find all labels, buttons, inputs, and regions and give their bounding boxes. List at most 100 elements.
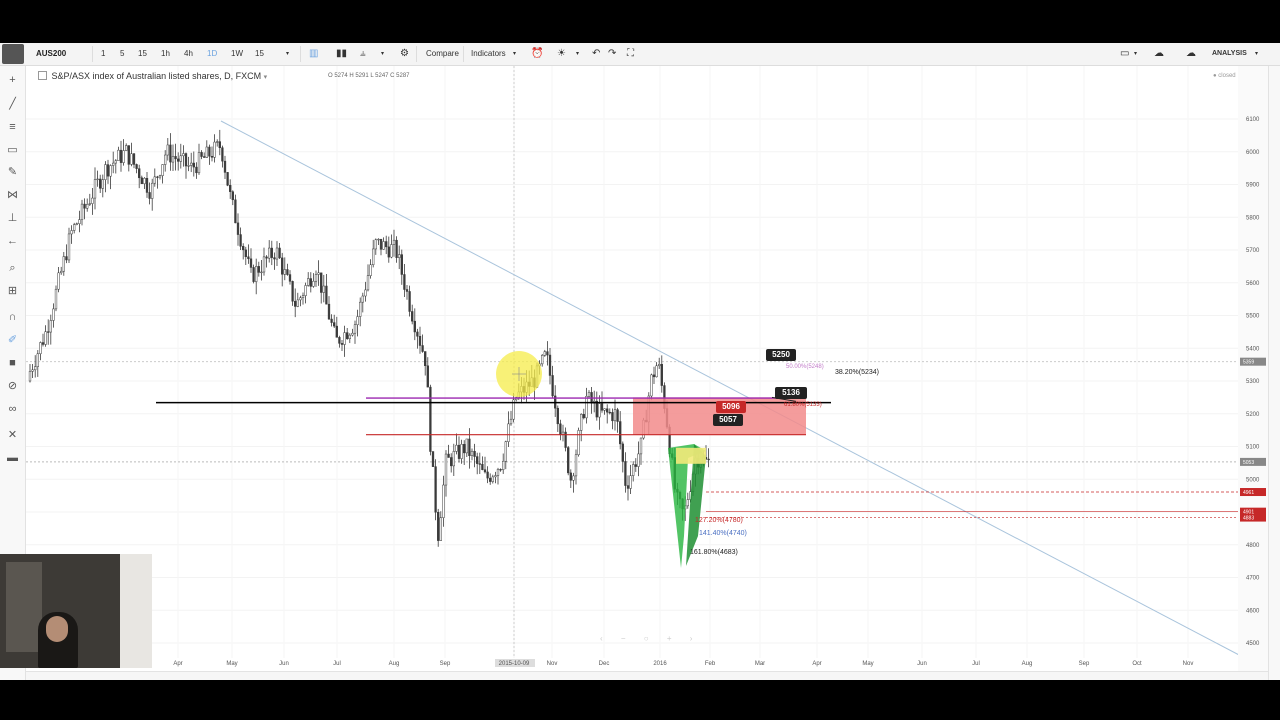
- horizontal-lines-icon[interactable]: ≡: [6, 121, 19, 134]
- candle-body: [426, 365, 429, 388]
- link-icon[interactable]: ∞: [6, 403, 19, 416]
- indicators-button[interactable]: Indicators: [471, 47, 506, 61]
- candle-body: [580, 414, 583, 431]
- candle-body: [177, 158, 180, 162]
- interval-15[interactable]: 15: [138, 47, 147, 61]
- candle-body: [182, 153, 185, 157]
- candle-body: [481, 463, 484, 470]
- layout-icon[interactable]: ▭: [1120, 47, 1129, 61]
- zoom-icon[interactable]: ⌕: [6, 262, 19, 275]
- divider: [463, 46, 464, 62]
- trash-icon[interactable]: ▬: [6, 452, 19, 465]
- trend-line-icon[interactable]: ╱: [6, 98, 19, 111]
- candle-body: [333, 322, 336, 327]
- candle-body: [626, 485, 630, 489]
- redo-icon[interactable]: ↷: [608, 47, 616, 61]
- candle-body: [608, 411, 611, 414]
- time-tick: Nov: [1183, 661, 1194, 667]
- candle-body: [572, 475, 575, 481]
- candle-body: [36, 353, 39, 367]
- cursor-icon[interactable]: +: [6, 74, 19, 87]
- candle-body: [450, 457, 453, 467]
- price-tick: 5600: [1246, 281, 1260, 287]
- chevron-down-icon[interactable]: ▾: [264, 74, 268, 81]
- bar-style-icon[interactable]: ▥: [309, 47, 318, 61]
- pencil-icon[interactable]: ✐: [6, 334, 19, 347]
- magnet-icon[interactable]: ∩: [6, 311, 19, 324]
- candle-body: [244, 249, 247, 258]
- cross-icon[interactable]: ✕: [6, 429, 19, 442]
- fullscreen-icon[interactable]: ⛶: [627, 47, 634, 61]
- label-5136[interactable]: 5136: [775, 387, 807, 399]
- pattern-icon[interactable]: ⋈: [6, 189, 19, 202]
- measure-icon[interactable]: ⊞: [6, 285, 19, 298]
- candle-body: [707, 458, 710, 461]
- avatar[interactable]: [2, 44, 24, 64]
- cloud-icon[interactable]: ☁: [1154, 47, 1164, 61]
- chevron-down-icon[interactable]: ▾: [381, 47, 384, 61]
- candle-body: [117, 149, 120, 161]
- candles-icon[interactable]: ▮▮: [336, 47, 347, 61]
- candle-body: [470, 450, 474, 456]
- label-5057[interactable]: 5057: [713, 414, 743, 426]
- time-tick: Oct: [1132, 661, 1142, 667]
- alert-icon[interactable]: ⏰: [531, 47, 543, 61]
- candle-body: [346, 332, 349, 340]
- fib-icon[interactable]: ⊥: [6, 212, 19, 225]
- interval-1h[interactable]: 1h: [161, 47, 170, 61]
- candle-body: [405, 289, 409, 292]
- candle-body: [444, 453, 448, 486]
- arrow-icon[interactable]: ←: [6, 235, 19, 248]
- candle-body: [421, 345, 424, 352]
- candle-body: [379, 238, 383, 250]
- fib-50-label: 50.00%(5248): [786, 364, 824, 370]
- candle-body: [184, 153, 188, 167]
- candle-body: [460, 444, 463, 459]
- rectangle-icon[interactable]: ▭: [6, 144, 19, 157]
- chevron-down-icon[interactable]: ▾: [1134, 47, 1137, 61]
- candle-body: [658, 363, 661, 367]
- interval-5[interactable]: 5: [120, 47, 124, 61]
- candle-body: [301, 295, 305, 299]
- bars-icon[interactable]: ⫨: [360, 47, 366, 61]
- chevron-down-icon[interactable]: ▾: [513, 47, 516, 61]
- chart-nav-controls[interactable]: ‹ − ○ + ›: [600, 634, 700, 643]
- compare-button[interactable]: Compare: [426, 47, 459, 61]
- label-5250[interactable]: 5250: [766, 349, 796, 361]
- candle-body: [294, 300, 297, 307]
- analysis-button[interactable]: ANALYSIS: [1212, 47, 1247, 61]
- candle-body: [338, 337, 341, 344]
- undo-icon[interactable]: ↶: [592, 47, 600, 61]
- interval-4h[interactable]: 4h: [184, 47, 193, 61]
- brush-icon[interactable]: ✎: [6, 166, 19, 179]
- price-mark-label: 5359: [1243, 360, 1254, 366]
- gear-icon[interactable]: ⚙: [400, 47, 409, 61]
- chevron-down-icon[interactable]: ▾: [286, 47, 289, 61]
- candle-body: [639, 437, 643, 455]
- interval-custom[interactable]: 15: [255, 47, 264, 61]
- candle-body: [70, 230, 73, 235]
- right-toolbar: [1268, 66, 1280, 680]
- cloud-save-icon[interactable]: ☁: [1186, 47, 1196, 61]
- label-5096[interactable]: 5096: [716, 401, 746, 413]
- interval-1w[interactable]: 1W: [231, 47, 243, 61]
- candle-body: [231, 191, 234, 201]
- bulb-icon[interactable]: ☀: [557, 47, 566, 61]
- candle-body: [504, 441, 507, 462]
- interval-1[interactable]: 1: [101, 47, 105, 61]
- candle-body: [265, 256, 268, 259]
- eye-icon[interactable]: ⊘: [6, 380, 19, 393]
- chevron-down-icon[interactable]: ▾: [576, 47, 579, 61]
- price-chart[interactable]: 6100 6000 5900 5800 5700 5600 5500 5400 5300 5200…: [26, 66, 1268, 671]
- candle-body: [236, 222, 240, 235]
- webcam-face: [46, 616, 68, 642]
- chevron-down-icon[interactable]: ▾: [1255, 47, 1258, 61]
- interval-1d[interactable]: 1D: [207, 47, 217, 61]
- lock-icon[interactable]: ■: [6, 357, 19, 370]
- price-tick: 5000: [1246, 477, 1260, 483]
- symbol-input[interactable]: AUS200: [36, 47, 66, 61]
- candle-body: [106, 164, 110, 177]
- candle-body: [132, 153, 136, 165]
- candle-body: [327, 303, 331, 320]
- candle-body: [49, 320, 52, 333]
